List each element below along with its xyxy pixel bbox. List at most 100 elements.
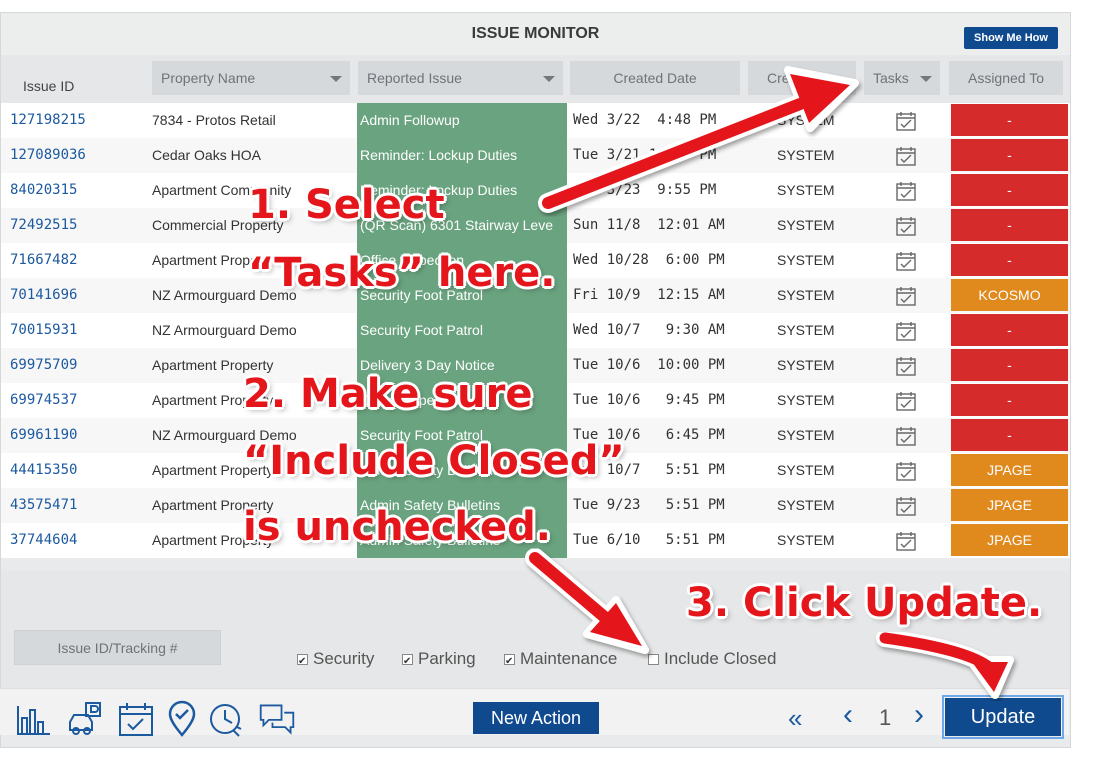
bar-chart-icon[interactable] [14,700,52,738]
issue-id-link[interactable]: 127089036 [10,138,86,173]
chat-bubbles-icon[interactable] [258,700,296,738]
header-property-name[interactable]: Property Name [152,61,350,95]
created-by-cell: SYSTEM [777,462,835,478]
assigned-to-badge[interactable]: JPAGE [951,524,1068,556]
assigned-to-badge[interactable]: - [951,384,1068,416]
issue-id-link[interactable]: 72492515 [10,208,77,243]
created-by-cell: SYSTEM [777,287,835,303]
created-by-cell: SYSTEM [777,252,835,268]
chevron-down-icon [543,76,555,82]
calendar-check-icon[interactable] [895,390,917,412]
table-row[interactable]: 69974537 Apartment Property Office Inspect… [1,383,1070,419]
assigned-to-badge[interactable]: JPAGE [951,454,1068,486]
assigned-to-badge[interactable]: - [951,174,1068,206]
created-by-cell: SYSTEM [777,217,835,233]
update-button[interactable]: Update [942,695,1064,739]
issue-id-link[interactable]: 71667482 [10,243,77,278]
table-row[interactable]: 84020315 Apartment Community Reminder: Loc… [1,173,1070,209]
new-action-button[interactable]: New Action [473,702,599,734]
table-row[interactable]: 70015931 NZ Armourguard Demo Security Foot… [1,313,1070,349]
calendar-check-icon[interactable] [895,145,917,167]
created-by-cell: SYSTEM [777,427,835,443]
issue-id-link[interactable]: 84020315 [10,173,77,208]
checkbox-checked-icon [504,651,515,673]
assigned-to-badge[interactable]: - [951,314,1068,346]
assigned-to-badge[interactable]: - [951,419,1068,451]
created-date-cell: Tue 3/21 11:30 PM [573,147,717,163]
maintenance-label: Maintenance [520,649,618,668]
assigned-to-badge[interactable]: - [951,139,1068,171]
column-header-row: Issue ID Property Name Reported Issue Cr… [1,55,1070,103]
reported-issue-cell[interactable]: Security Foot Patrol [357,313,567,348]
parking-checkbox[interactable]: Parking [402,648,476,673]
issue-id-link[interactable]: 44415350 [10,453,77,488]
created-date-cell: Wed 10/28 6:00 PM [573,252,725,268]
include-closed-checkbox[interactable]: Include Closed [648,648,776,670]
header-issue-id[interactable]: Issue ID [23,69,74,103]
next-page-button[interactable]: › [914,700,924,730]
annotation-step2-line2: “Include Closed” [243,438,625,484]
annotation-step1-line2: “Tasks” here. [248,250,556,296]
panel-title: ISSUE MONITOR Show Me How [1,13,1070,55]
created-date-cell: Thu 3/23 9:55 PM [573,182,717,198]
header-created-date[interactable]: Created Date [570,61,740,95]
prev-page-button[interactable]: ‹ [843,700,853,730]
created-by-cell: SYSTEM [777,497,835,513]
table-row[interactable]: 69975709 Apartment Property Delivery 3 Day… [1,348,1070,384]
issue-id-link[interactable]: 37744604 [10,523,77,558]
security-checkbox[interactable]: Security [297,648,375,673]
calendar-check-icon[interactable] [895,530,917,552]
reported-issue-cell[interactable]: Admin Followup [357,103,567,138]
table-row[interactable]: 127089036 Cedar Oaks HOA Reminder: Lockup … [1,138,1070,174]
chevron-down-icon [920,76,932,82]
calendar-check-icon[interactable] [895,495,917,517]
assigned-to-badge[interactable]: - [951,209,1068,241]
header-tasks[interactable]: Tasks [864,61,940,95]
header-reported-issue[interactable]: Reported Issue [358,61,563,95]
assigned-to-badge[interactable]: JPAGE [951,489,1068,521]
issue-id-link[interactable]: 127198215 [10,103,86,138]
calendar-check-icon[interactable] [895,355,917,377]
annotation-step2-line1: 2. Make sure [243,371,533,417]
issue-id-link[interactable]: 69975709 [10,348,77,383]
header-assigned-to[interactable]: Assigned To [949,61,1063,95]
assigned-to-badge[interactable]: - [951,244,1068,276]
issue-id-link[interactable]: 70141696 [10,278,77,313]
issue-id-link[interactable]: 69961190 [10,418,77,453]
show-me-how-button[interactable]: Show Me How [964,27,1058,49]
issue-id-link[interactable]: 43575471 [10,488,77,523]
page-number: 1 [879,705,892,730]
calendar-check-icon[interactable] [895,320,917,342]
tracking-number-input[interactable]: Issue ID/Tracking # [14,630,221,665]
table-row[interactable]: 72492515 Commercial Property (QR Scan) 630… [1,208,1070,244]
calendar-check-icon[interactable] [117,700,155,738]
assigned-to-badge[interactable]: KCOSMO [951,279,1068,311]
created-date-cell: Tue 10/6 10:00 PM [573,357,725,373]
calendar-check-icon[interactable] [895,250,917,272]
location-pin-icon[interactable] [163,700,201,738]
property-name-cell: NZ Armourguard Demo [152,322,297,338]
calendar-check-icon[interactable] [895,460,917,482]
created-by-cell: SYSTEM [777,322,835,338]
checkbox-checked-icon [402,651,413,673]
calendar-check-icon[interactable] [895,425,917,447]
table-row[interactable]: 127198215 7834 - Protos Retail Admin Follo… [1,103,1070,139]
clock-history-icon[interactable] [207,700,245,738]
assigned-to-badge[interactable]: - [951,349,1068,381]
security-label: Security [313,649,375,668]
calendar-check-icon[interactable] [895,285,917,307]
reported-issue-cell[interactable]: Reminder: Lockup Duties [357,138,567,173]
calendar-check-icon[interactable] [895,180,917,202]
first-page-button[interactable]: « [788,704,802,732]
maintenance-checkbox[interactable]: Maintenance [504,648,618,673]
parking-car-icon[interactable] [66,700,104,738]
calendar-check-icon[interactable] [895,110,917,132]
issue-id-link[interactable]: 70015931 [10,313,77,348]
header-property-name-label: Property Name [161,70,256,86]
property-name-cell: Cedar Oaks HOA [152,147,261,163]
assigned-to-badge[interactable]: - [951,104,1068,136]
header-created-by[interactable]: Created By [748,61,856,95]
created-date-cell: Sun 11/8 12:01 AM [573,217,725,233]
calendar-check-icon[interactable] [895,215,917,237]
issue-id-link[interactable]: 69974537 [10,383,77,418]
